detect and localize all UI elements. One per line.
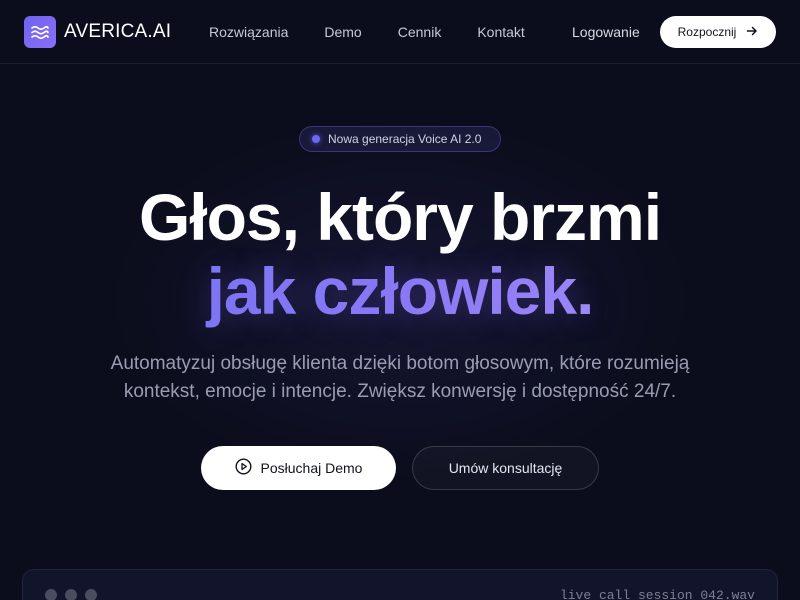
arrow-right-icon <box>746 25 758 40</box>
hero-headline: Głos, który brzmi jak człowiek. <box>0 180 800 328</box>
login-link[interactable]: Logowanie <box>572 22 640 42</box>
subtitle-line-1: Automatyzuj obsługę klienta dzięki botom… <box>110 353 690 374</box>
brand-name: AVERICA.AI <box>64 21 172 42</box>
brand-logo[interactable]: AVERICA.AI <box>24 16 171 48</box>
play-circle-icon <box>235 458 252 478</box>
headline-line-2: jak człowiek. <box>0 254 800 328</box>
landing-page: AVERICA.AI Rozwiązania Demo Cennik Konta… <box>0 0 800 600</box>
badge-text: Nowa generacja Voice AI 2.0 <box>328 132 482 146</box>
version-badge: Nowa generacja Voice AI 2.0 <box>299 126 501 152</box>
start-button-label: Rozpocznij <box>677 25 737 39</box>
subtitle-line-2: kontekst, emocje i intencje. Zwiększ kon… <box>123 381 677 402</box>
book-consultation-button[interactable]: Umów konsultację <box>412 446 599 490</box>
session-filename: live call session 042.wav <box>559 588 755 600</box>
nav-link-cennik[interactable]: Cennik <box>398 22 442 42</box>
nav-link-demo[interactable]: Demo <box>324 22 361 42</box>
window-dot-icon <box>65 589 77 600</box>
window-dot-icon <box>45 589 57 600</box>
hero-subtitle: Automatyzuj obsługę klienta dzięki botom… <box>60 350 740 406</box>
main-nav: Rozwiązania Demo Cennik Kontakt <box>209 22 561 42</box>
session-window: live call session 042.wav <box>22 569 778 600</box>
waves-icon <box>24 16 56 48</box>
headline-line-1: Głos, który brzmi <box>138 180 662 254</box>
window-controls <box>45 589 97 600</box>
start-button[interactable]: Rozpocznij <box>660 16 776 48</box>
nav-link-rozwiazania[interactable]: Rozwiązania <box>209 22 288 42</box>
book-consultation-label: Umów konsultację <box>448 460 563 476</box>
listen-demo-label: Posłuchaj Demo <box>260 460 363 476</box>
navbar: AVERICA.AI Rozwiązania Demo Cennik Konta… <box>0 0 800 64</box>
status-dot-icon <box>312 135 320 143</box>
nav-link-kontakt[interactable]: Kontakt <box>477 22 524 42</box>
window-dot-icon <box>85 589 97 600</box>
listen-demo-button[interactable]: Posłuchaj Demo <box>201 446 396 490</box>
